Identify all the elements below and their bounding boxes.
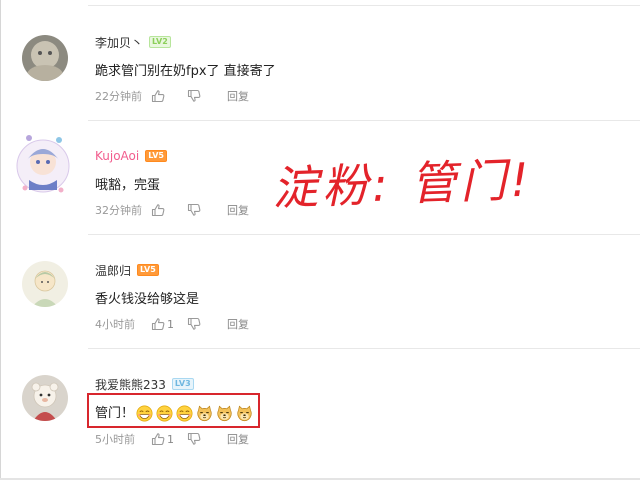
dislike-button[interactable]	[187, 89, 227, 103]
overlay-caption: 淀粉: 管门!	[271, 152, 534, 216]
like-button[interactable]	[151, 203, 187, 217]
reply-button[interactable]: 回复	[227, 431, 249, 447]
level-badge: LV5	[145, 150, 167, 162]
left-frame-edge	[0, 0, 1, 480]
reply-button[interactable]: 回复	[227, 202, 249, 218]
username[interactable]: 我爱熊熊233	[95, 376, 166, 393]
thumb-up-icon	[151, 89, 165, 103]
like-button[interactable]	[151, 89, 187, 103]
comment-divider	[88, 120, 640, 121]
dislike-button[interactable]	[187, 317, 227, 331]
highlight-box	[87, 393, 260, 428]
thumb-down-icon	[187, 203, 201, 217]
thumb-down-icon	[187, 432, 201, 446]
like-count: 1	[167, 317, 174, 331]
comment-time: 32分钟前	[95, 204, 142, 217]
thumb-down-icon	[187, 317, 201, 331]
username[interactable]: 温郎归	[95, 262, 131, 279]
comment-time: 22分钟前	[95, 90, 142, 103]
thumb-up-icon	[151, 317, 165, 331]
comment-time: 5小时前	[95, 433, 135, 446]
comment-text: 哦豁，完蛋	[95, 178, 161, 193]
comment-time: 4小时前	[95, 318, 135, 331]
avatar[interactable]	[22, 261, 68, 307]
comment-text: 香火钱没给够这是	[95, 292, 200, 307]
like-count: 1	[167, 432, 174, 446]
avatar[interactable]	[15, 128, 71, 208]
dislike-button[interactable]	[187, 432, 227, 446]
username[interactable]: KujoAoi	[95, 149, 139, 163]
reply-button[interactable]: 回复	[227, 88, 249, 104]
comment-divider	[88, 5, 640, 6]
like-button[interactable]: 1	[151, 432, 187, 446]
reply-button[interactable]: 回复	[227, 316, 249, 332]
comment-divider	[88, 234, 640, 235]
like-button[interactable]: 1	[151, 317, 187, 331]
comment-divider	[88, 348, 640, 349]
comment-text: 跪求管门别在奶fpx了 直接寄了	[95, 64, 276, 79]
thumb-up-icon	[151, 432, 165, 446]
level-badge: LV5	[137, 264, 159, 276]
thumb-up-icon	[151, 203, 165, 217]
level-badge: LV3	[171, 378, 194, 390]
avatar[interactable]	[22, 375, 68, 421]
dislike-button[interactable]	[187, 203, 227, 217]
avatar[interactable]	[22, 35, 68, 81]
thumb-down-icon	[187, 89, 201, 103]
username[interactable]: 李加贝丶	[95, 34, 143, 51]
level-badge: LV2	[149, 36, 171, 48]
